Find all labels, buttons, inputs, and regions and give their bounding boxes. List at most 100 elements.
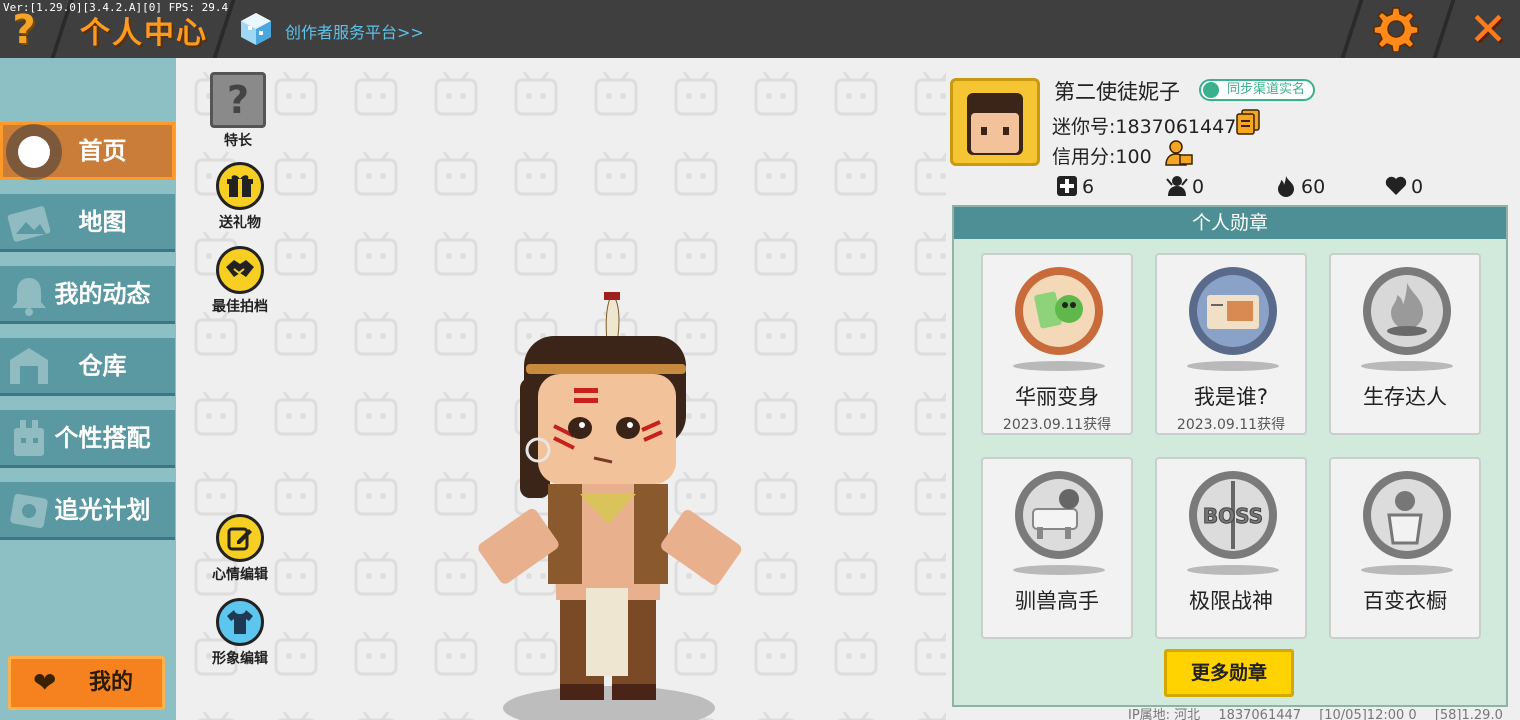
avatar[interactable] bbox=[950, 78, 1040, 166]
bell-icon bbox=[12, 278, 46, 316]
touch-cursor bbox=[6, 124, 62, 180]
stat-value: 60 bbox=[1301, 176, 1326, 198]
more-medals-button[interactable]: 更多勋章 bbox=[1164, 649, 1294, 697]
medal-card[interactable]: 我是谁? 2023.09.11获得 bbox=[1155, 253, 1307, 435]
send-gift-label: 送礼物 bbox=[219, 215, 261, 231]
outfit-icon bbox=[14, 420, 44, 456]
mine-button-label: 我的 bbox=[89, 670, 134, 695]
mine-button[interactable]: ❤ 我的 bbox=[8, 656, 165, 710]
footer-build: [58]1.29.0 bbox=[1434, 708, 1503, 720]
edit-icon bbox=[216, 514, 264, 562]
copy-icon[interactable] bbox=[1236, 109, 1260, 135]
footer-time: [10/05]12:00 0 bbox=[1319, 708, 1417, 720]
medal-beast-tamer-icon bbox=[1015, 471, 1103, 559]
mood-edit-label: 心情编辑 bbox=[212, 567, 268, 583]
mood-edit-button[interactable]: 心情编辑 bbox=[205, 514, 275, 584]
specialty-label: 特长 bbox=[224, 133, 252, 149]
heart-icon bbox=[1385, 176, 1407, 195]
warehouse-icon bbox=[10, 348, 48, 384]
medal-card[interactable]: 生存达人 bbox=[1329, 253, 1481, 435]
help-icon[interactable]: ? bbox=[6, 8, 42, 52]
specialty-button[interactable]: ? 特长 bbox=[203, 72, 273, 150]
sidebar-item-label: 首页 bbox=[78, 137, 127, 165]
medal-shadow bbox=[1361, 361, 1453, 371]
medal-wardrobe-icon bbox=[1363, 471, 1451, 559]
verify-badge[interactable]: 同步渠道实名 bbox=[1199, 79, 1316, 101]
divider bbox=[1432, 0, 1456, 58]
send-gift-button[interactable]: 送礼物 bbox=[205, 162, 275, 232]
sidebar-item-label: 地图 bbox=[78, 208, 127, 236]
medal-shadow bbox=[1013, 361, 1105, 371]
sidebar-item-map[interactable]: 地图 bbox=[0, 194, 175, 252]
medal-shadow bbox=[1013, 565, 1105, 575]
footer-info: IP属地: 河北 1837061447 [10/05]12:00 0 [58]1… bbox=[1128, 704, 1517, 720]
medal-panel: 个人勋章 华丽变身 2023.09.11获得 我是谁? 2023.09.11获得… bbox=[952, 205, 1508, 707]
stat-popularity: 60 bbox=[1275, 174, 1325, 200]
medal-shadow bbox=[1361, 565, 1453, 575]
credit-score: 信用分:100 bbox=[1052, 146, 1152, 168]
close-icon[interactable]: ✕ bbox=[1465, 6, 1511, 52]
sidebar-item-activity[interactable]: 我的动态 bbox=[0, 266, 175, 324]
gift-icon bbox=[216, 162, 264, 210]
medal-card[interactable]: 华丽变身 2023.09.11获得 bbox=[981, 253, 1133, 435]
best-partner-label: 最佳拍档 bbox=[212, 299, 268, 315]
medal-date: 2023.09.11获得 bbox=[1176, 417, 1286, 433]
sidebar-item-label: 我的动态 bbox=[54, 280, 151, 308]
gear-icon[interactable] bbox=[1373, 6, 1419, 52]
divider bbox=[1340, 0, 1364, 58]
credit-person-icon[interactable] bbox=[1165, 140, 1193, 166]
medal-card[interactable]: BOSS 极限战神 bbox=[1155, 457, 1307, 639]
stat-fans: 0 bbox=[1166, 174, 1204, 200]
character-showcase: ? 特长 送礼物 最佳拍档 心情编辑 形象编辑 bbox=[176, 58, 946, 720]
page-title: 个人中心 bbox=[80, 16, 208, 51]
sidebar-item-light-plan[interactable]: 追光计划 bbox=[0, 482, 175, 540]
medal-name: 极限战神 bbox=[1189, 589, 1273, 613]
svg-text:BOSS: BOSS bbox=[1203, 504, 1263, 528]
top-bar: Ver:[1.29.0][3.4.2.A][0] FPS: 29.4 ? 个人中… bbox=[0, 0, 1520, 58]
medal-name: 生存达人 bbox=[1363, 385, 1447, 409]
medal-shadow bbox=[1187, 565, 1279, 575]
medal-gorgeous-transform-icon bbox=[1015, 267, 1103, 355]
sidebar-item-outfit[interactable]: 个性搭配 bbox=[0, 410, 175, 468]
mini-id: 迷你号:1837061447 bbox=[1052, 116, 1237, 138]
sidebar-item-label: 仓库 bbox=[78, 352, 127, 380]
stat-value: 6 bbox=[1082, 176, 1095, 198]
creator-platform-link[interactable]: 创作者服务平台>> bbox=[285, 19, 424, 43]
player-nickname: 第二使徒妮子 bbox=[1054, 80, 1180, 104]
medal-name: 驯兽高手 bbox=[1015, 589, 1099, 613]
player-character[interactable] bbox=[476, 288, 746, 720]
sidebar-item-warehouse[interactable]: 仓库 bbox=[0, 338, 175, 396]
medal-card[interactable]: 百变衣橱 bbox=[1329, 457, 1481, 639]
medal-who-am-i-icon bbox=[1189, 267, 1277, 355]
handshake-icon bbox=[216, 246, 264, 294]
map-icon bbox=[7, 206, 51, 242]
fire-icon bbox=[1278, 176, 1294, 197]
person-check-icon bbox=[1203, 82, 1219, 98]
sidebar-item-label: 个性搭配 bbox=[54, 424, 151, 452]
medal-card[interactable]: 驯兽高手 bbox=[981, 457, 1133, 639]
medal-ultimate-warrior-icon: BOSS bbox=[1189, 471, 1277, 559]
verify-badge-label: 同步渠道实名 bbox=[1227, 82, 1306, 97]
image-edit-label: 形象编辑 bbox=[212, 651, 268, 667]
sidebar-item-label: 追光计划 bbox=[54, 496, 151, 524]
image-edit-button[interactable]: 形象编辑 bbox=[205, 598, 275, 668]
ip-location: IP属地: 河北 bbox=[1128, 708, 1201, 720]
medal-name: 百变衣橱 bbox=[1363, 589, 1447, 613]
medal-name: 华丽变身 bbox=[1015, 385, 1099, 409]
footer-uid: 1837061447 bbox=[1218, 708, 1302, 720]
medal-panel-title: 个人勋章 bbox=[954, 207, 1506, 239]
plus-icon bbox=[1057, 176, 1077, 196]
medal-date: 2023.09.11获得 bbox=[1002, 417, 1112, 433]
best-partner-button[interactable]: 最佳拍档 bbox=[205, 246, 275, 316]
stat-value: 0 bbox=[1192, 176, 1205, 198]
creator-platform-icon[interactable] bbox=[240, 12, 272, 46]
light-plan-icon bbox=[10, 493, 48, 529]
heart-icon: ❤ bbox=[33, 666, 57, 699]
stat-friends: 6 bbox=[1056, 174, 1094, 200]
question-icon: ? bbox=[210, 72, 266, 128]
medal-survival-expert-icon bbox=[1363, 267, 1451, 355]
fans-icon bbox=[1166, 176, 1188, 196]
medal-name: 我是谁? bbox=[1193, 385, 1269, 409]
clothes-icon bbox=[216, 598, 264, 646]
stat-likes: 0 bbox=[1385, 174, 1423, 200]
